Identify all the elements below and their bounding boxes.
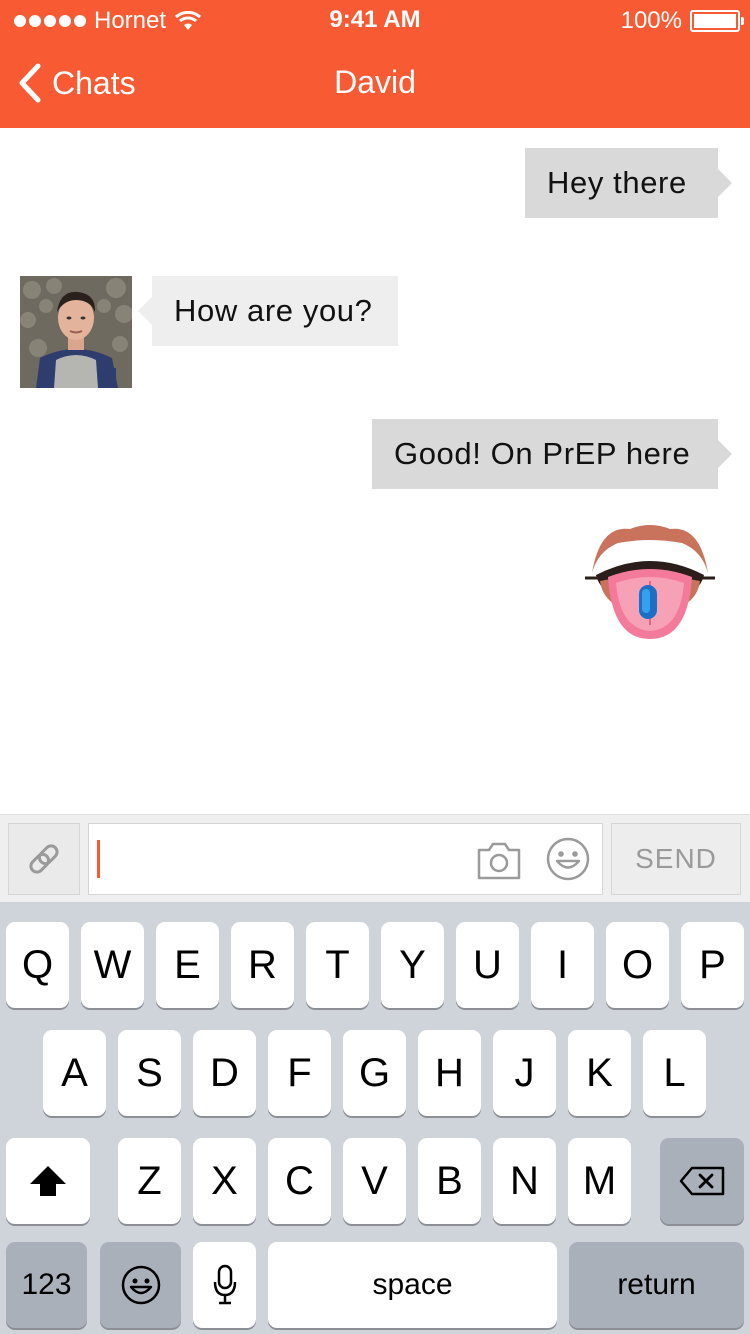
key-e[interactable]: E <box>156 922 219 1008</box>
emoji-keyboard-icon <box>121 1265 160 1305</box>
message-composer: SEND <box>0 814 750 903</box>
status-right: 100% <box>620 7 744 35</box>
key-w[interactable]: W <box>81 922 144 1008</box>
paperclip-icon <box>29 844 59 874</box>
keyboard: Q W E R T Y U I O P A S D F G H J K L Z … <box>0 902 750 1334</box>
chat-thread[interactable]: Hey there How are you? Good! On PrEP her… <box>0 128 750 814</box>
shift-arrow-icon <box>30 1166 66 1196</box>
delete-key[interactable] <box>660 1138 744 1224</box>
tongue-with-pill-sticker <box>585 525 715 639</box>
key-p[interactable]: P <box>681 922 744 1008</box>
battery-percent: 100% <box>620 7 682 34</box>
key-m[interactable]: M <box>568 1138 631 1224</box>
battery-icon <box>690 10 744 32</box>
key-d[interactable]: D <box>193 1030 256 1116</box>
status-bar: Hornet 9:41 AM 100% <box>0 0 750 40</box>
key-t[interactable]: T <box>306 922 369 1008</box>
key-h[interactable]: H <box>418 1030 481 1116</box>
nav-bar: Chats David <box>0 40 750 128</box>
message-input[interactable] <box>88 823 603 895</box>
key-i[interactable]: I <box>531 922 594 1008</box>
emoji-icon[interactable] <box>545 836 591 882</box>
key-c[interactable]: C <box>268 1138 331 1224</box>
key-r[interactable]: R <box>231 922 294 1008</box>
return-key[interactable]: return <box>569 1242 744 1328</box>
key-k[interactable]: K <box>568 1030 631 1116</box>
text-caret <box>97 840 100 878</box>
message-bubble-outgoing: Good! On PrEP here <box>372 419 732 489</box>
numbers-key[interactable]: 123 <box>6 1242 87 1328</box>
key-u[interactable]: U <box>456 922 519 1008</box>
avatar[interactable] <box>20 276 132 388</box>
top-bar: Hornet 9:41 AM 100% Chats David <box>0 0 750 128</box>
send-button[interactable]: SEND <box>611 823 741 895</box>
camera-icon[interactable] <box>475 838 523 882</box>
chat-title: David <box>334 64 416 100</box>
key-z[interactable]: Z <box>118 1138 181 1224</box>
key-a[interactable]: A <box>43 1030 106 1116</box>
key-b[interactable]: B <box>418 1138 481 1224</box>
key-v[interactable]: V <box>343 1138 406 1224</box>
microphone-icon <box>213 1264 236 1305</box>
key-s[interactable]: S <box>118 1030 181 1116</box>
key-q[interactable]: Q <box>6 922 69 1008</box>
key-n[interactable]: N <box>493 1138 556 1224</box>
attach-button[interactable] <box>8 823 80 895</box>
avatar-photo <box>20 276 132 388</box>
message-bubble-incoming: How are you? <box>138 276 398 346</box>
key-g[interactable]: G <box>343 1030 406 1116</box>
shift-key[interactable] <box>6 1138 90 1224</box>
key-o[interactable]: O <box>606 922 669 1008</box>
key-l[interactable]: L <box>643 1030 706 1116</box>
key-y[interactable]: Y <box>381 922 444 1008</box>
backspace-icon <box>679 1166 725 1196</box>
key-x[interactable]: X <box>193 1138 256 1224</box>
space-key[interactable]: space <box>268 1242 557 1328</box>
dictation-key[interactable] <box>193 1242 256 1328</box>
emoji-key[interactable] <box>100 1242 181 1328</box>
key-f[interactable]: F <box>268 1030 331 1116</box>
message-bubble-outgoing: Hey there <box>525 148 732 218</box>
key-j[interactable]: J <box>493 1030 556 1116</box>
